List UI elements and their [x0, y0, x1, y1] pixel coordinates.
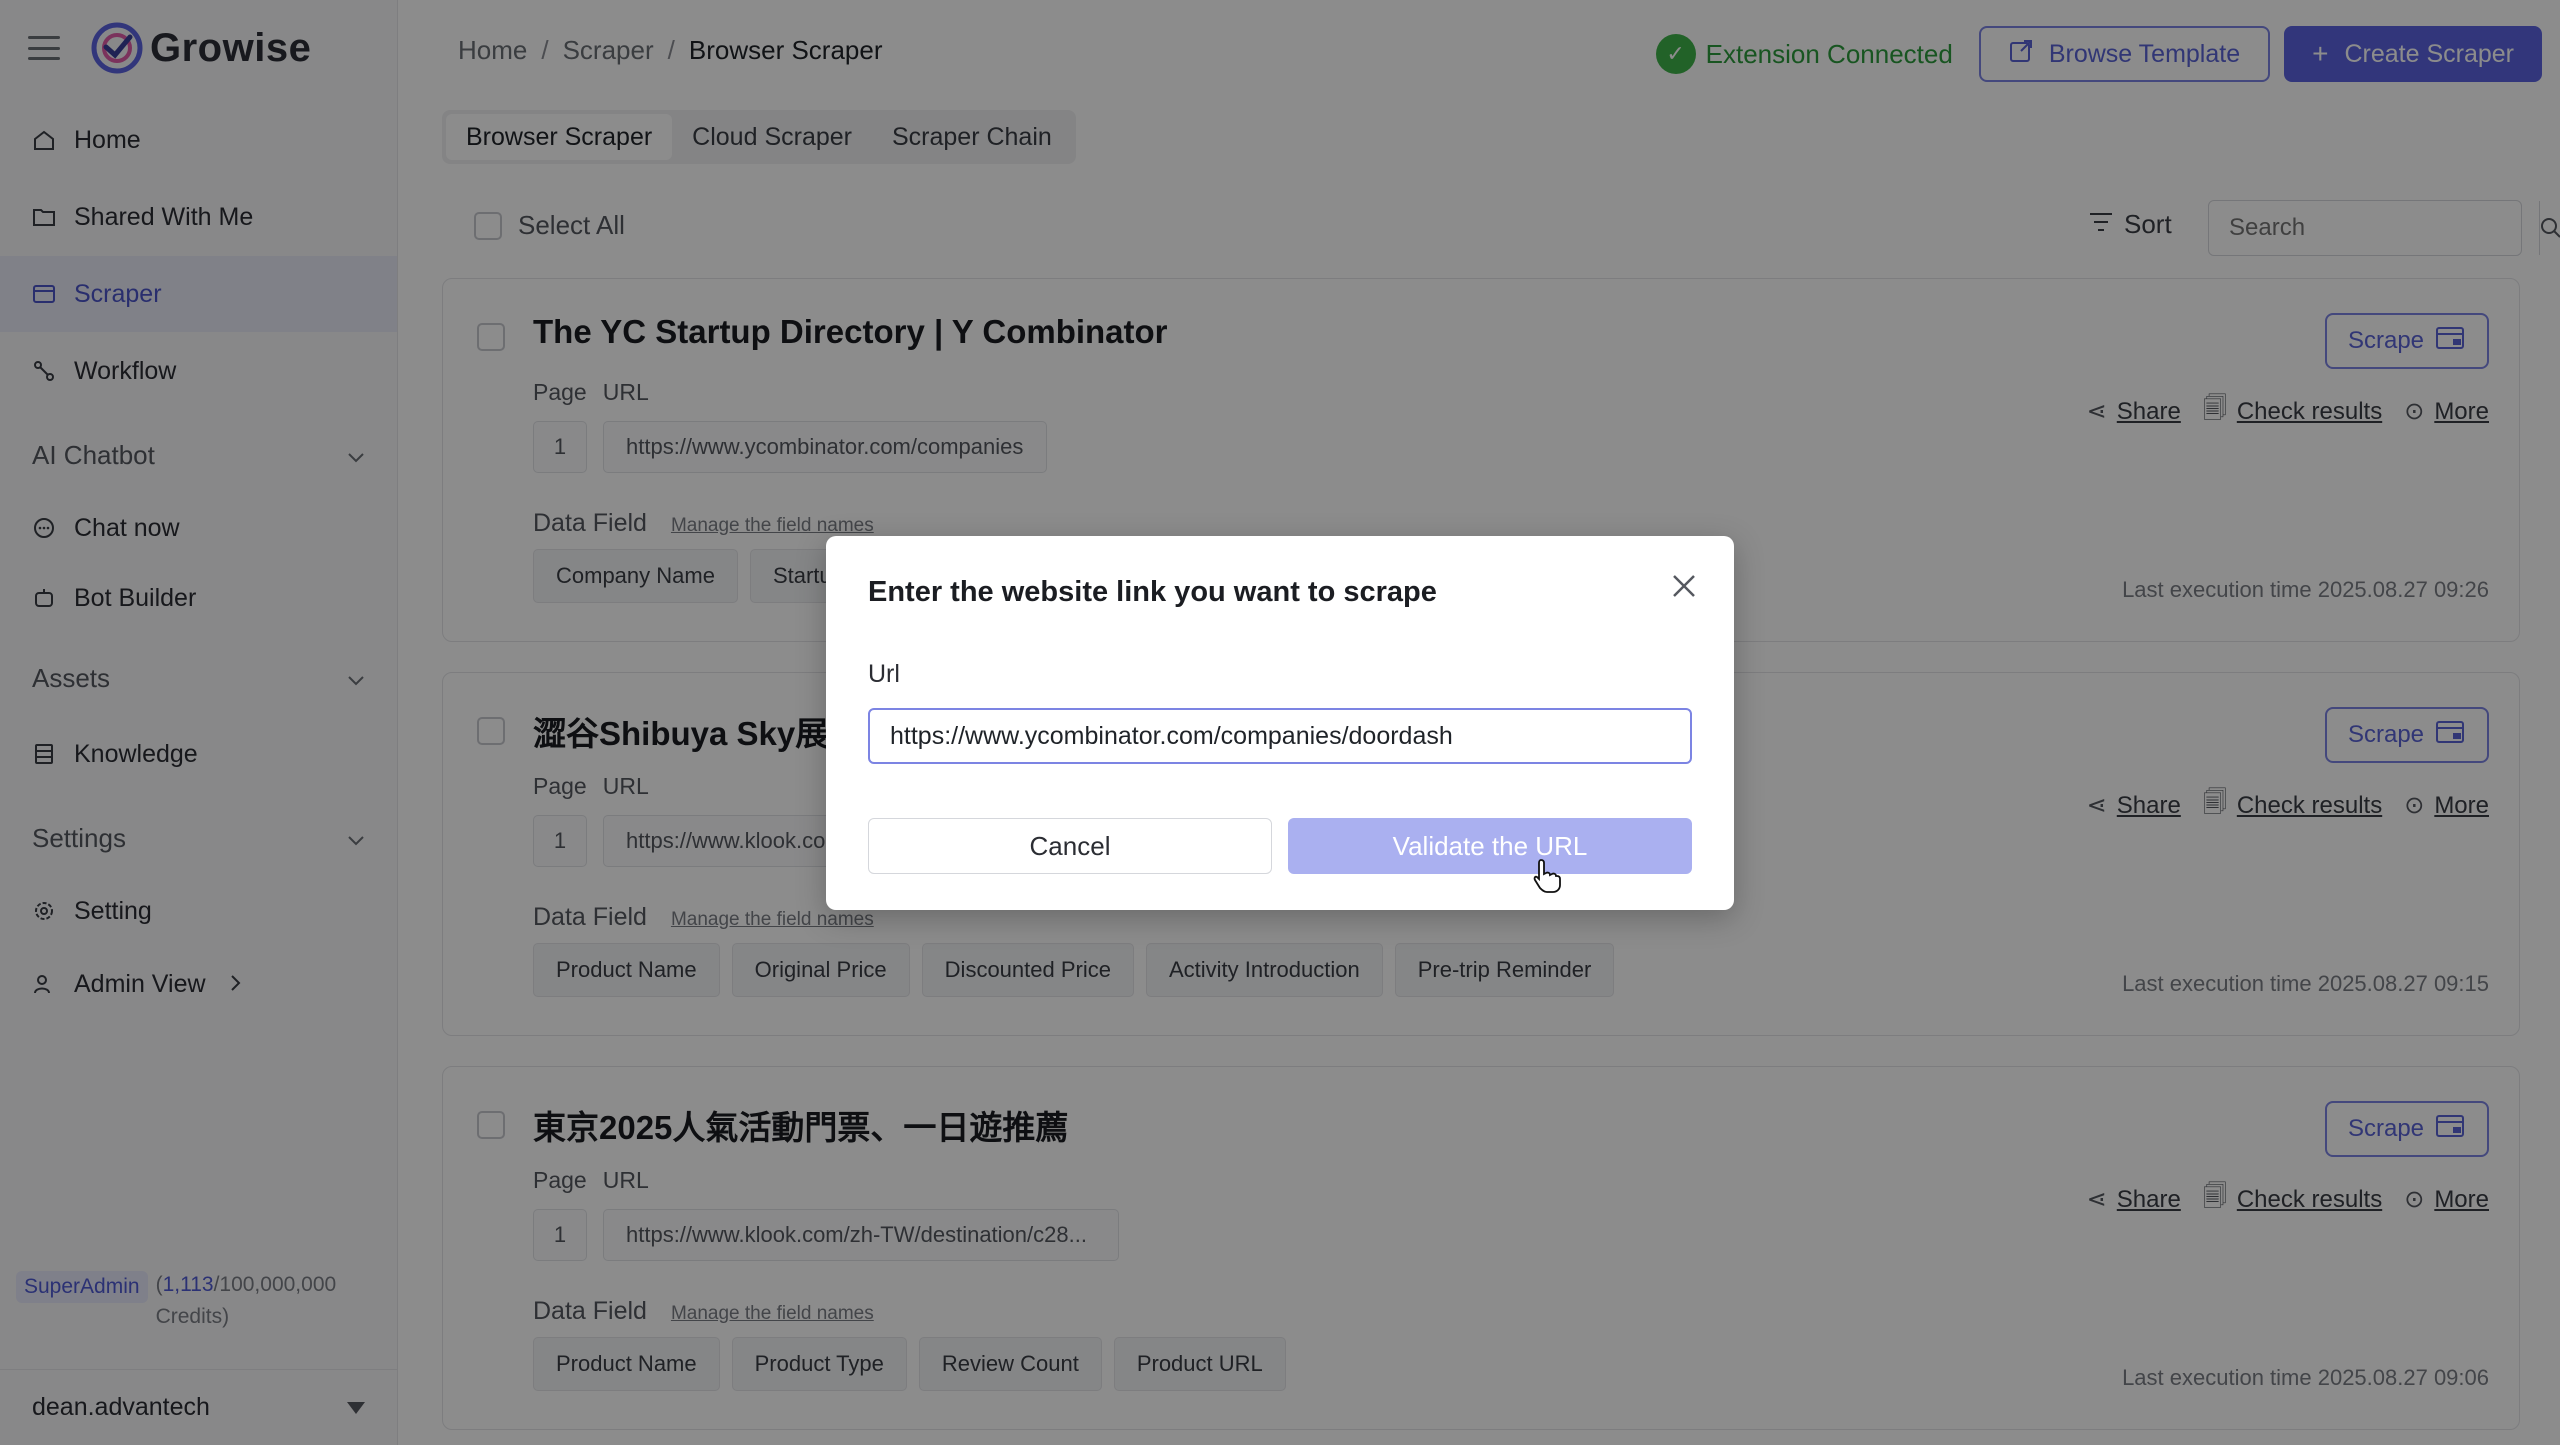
url-input[interactable] — [868, 708, 1692, 764]
cancel-button[interactable]: Cancel — [868, 818, 1272, 874]
url-label: Url — [868, 660, 900, 688]
pointer-cursor-icon — [1533, 859, 1561, 893]
validate-url-button[interactable]: Validate the URL — [1288, 818, 1692, 874]
url-modal: Enter the website link you want to scrap… — [826, 536, 1734, 910]
modal-title: Enter the website link you want to scrap… — [868, 576, 1437, 608]
close-icon[interactable] — [1668, 570, 1700, 602]
